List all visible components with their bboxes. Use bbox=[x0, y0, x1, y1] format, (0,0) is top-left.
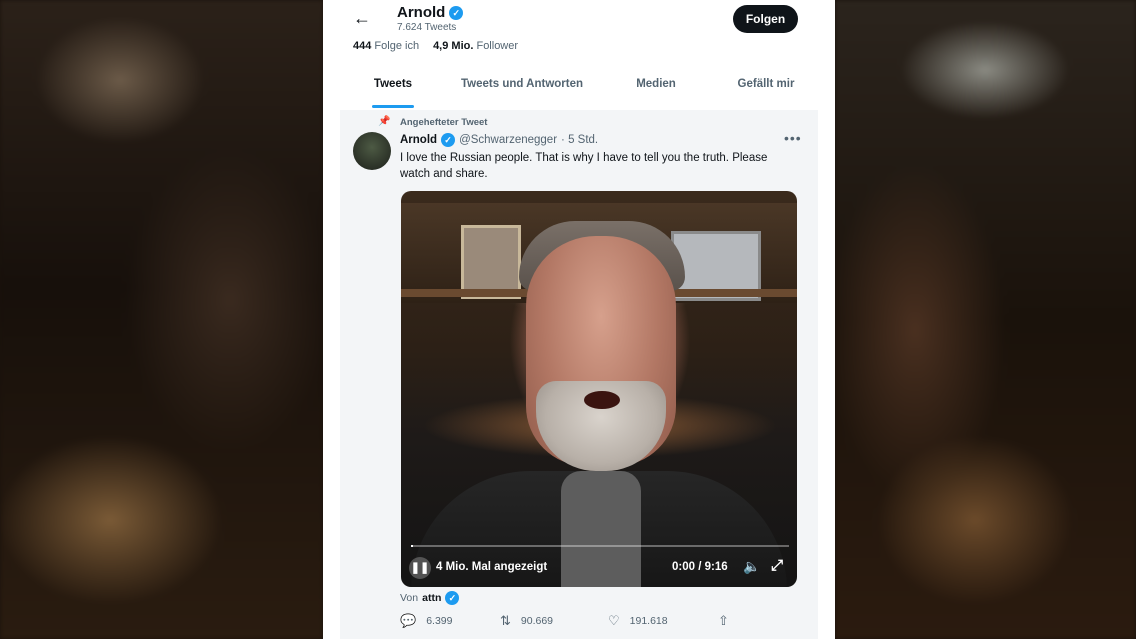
video-frame-mouth bbox=[584, 391, 620, 409]
background-left bbox=[0, 0, 323, 639]
video-progress-fill bbox=[411, 545, 413, 547]
verified-badge-icon: ✓ bbox=[441, 133, 456, 147]
heart-icon: ♡ bbox=[608, 613, 620, 628]
video-progress-bar[interactable] bbox=[411, 545, 789, 547]
tweet-actions: 💬 6.399 ⇅ 90.669 ♡ 191.618 ⇧ bbox=[400, 613, 800, 633]
tab-tweets-and-replies[interactable]: Tweets und Antworten bbox=[446, 78, 598, 108]
tab-likes[interactable]: Gefällt mir bbox=[714, 78, 818, 108]
video-controls: ❚❚ 4 Mio. Mal angezeigt 0:00 / 9:16 🔈 ⤢ bbox=[401, 555, 797, 583]
more-options-icon[interactable]: ••• bbox=[784, 130, 802, 146]
reply-button[interactable]: 💬 6.399 bbox=[400, 613, 452, 629]
following-count: 444 bbox=[353, 40, 372, 52]
reply-count: 6.399 bbox=[426, 615, 453, 627]
like-button[interactable]: ♡ 191.618 bbox=[608, 613, 668, 629]
tab-media[interactable]: Medien bbox=[598, 78, 714, 108]
share-icon: ⇧ bbox=[718, 613, 729, 628]
profile-name: Arnold ✓ bbox=[397, 4, 464, 21]
tweet-count: 7.624 Tweets bbox=[397, 22, 457, 33]
twitter-profile-screen: ← Arnold ✓ 7.624 Tweets Folgen 444 Folge… bbox=[323, 0, 835, 639]
profile-name-text: Arnold bbox=[397, 4, 446, 21]
avatar[interactable] bbox=[353, 132, 391, 170]
like-count: 191.618 bbox=[629, 615, 668, 627]
profile-tabs: Tweets Tweets und Antworten Medien Gefäl… bbox=[340, 78, 818, 108]
profile-header: ← Arnold ✓ 7.624 Tweets Folgen 444 Folge… bbox=[323, 0, 835, 110]
volume-icon[interactable]: 🔈 bbox=[743, 558, 760, 575]
video-time: 0:00 / 9:16 bbox=[672, 561, 728, 573]
pin-icon: 📌 bbox=[378, 116, 391, 127]
verified-badge-icon: ✓ bbox=[445, 591, 460, 605]
fullscreen-icon[interactable]: ⤢ bbox=[771, 557, 783, 574]
background-right bbox=[835, 0, 1136, 639]
video-views: 4 Mio. Mal angezeigt bbox=[436, 561, 548, 573]
following-stat[interactable]: 444 Folge ich bbox=[353, 40, 419, 52]
reply-icon: 💬 bbox=[400, 613, 417, 628]
tab-label: Gefällt mir bbox=[737, 78, 795, 90]
followers-count: 4,9 Mio. bbox=[433, 40, 474, 52]
tweet-feed: 📌 Angehefteter Tweet Arnold ✓ @Schwarzen… bbox=[340, 110, 818, 639]
tab-label: Tweets und Antworten bbox=[460, 78, 584, 90]
verified-badge-icon: ✓ bbox=[449, 5, 464, 20]
pause-icon[interactable]: ❚❚ bbox=[409, 557, 431, 579]
retweet-button[interactable]: ⇅ 90.669 bbox=[500, 613, 553, 629]
tweet-header: Arnold ✓ @Schwarzenegger · 5 Std. bbox=[400, 133, 598, 147]
tab-label: Medien bbox=[636, 78, 676, 90]
retweet-count: 90.669 bbox=[520, 615, 554, 627]
share-button[interactable]: ⇧ bbox=[718, 613, 729, 629]
profile-stats: 444 Folge ich 4,9 Mio. Follower bbox=[353, 40, 518, 52]
follow-button[interactable]: Folgen bbox=[733, 5, 798, 33]
followers-stat[interactable]: 4,9 Mio. Follower bbox=[433, 40, 518, 52]
source-name[interactable]: attn bbox=[422, 592, 441, 604]
retweet-icon: ⇅ bbox=[500, 613, 511, 628]
arrow-left-icon[interactable]: ← bbox=[353, 8, 371, 29]
following-label: Folge ich bbox=[374, 40, 420, 52]
tab-tweets[interactable]: Tweets bbox=[340, 78, 446, 108]
tweet-text: I love the Russian people. That is why I… bbox=[400, 152, 768, 180]
tab-label: Tweets bbox=[373, 78, 413, 90]
followers-label: Follower bbox=[476, 40, 519, 52]
tweet-author[interactable]: Arnold bbox=[400, 134, 437, 146]
source-prefix: Von bbox=[400, 592, 419, 604]
video-player[interactable]: ❚❚ 4 Mio. Mal angezeigt 0:00 / 9:16 🔈 ⤢ bbox=[401, 191, 797, 587]
video-source: Von attn ✓ bbox=[400, 591, 460, 605]
pinned-label: Angehefteter Tweet bbox=[400, 117, 488, 128]
tweet-time[interactable]: · 5 Std. bbox=[561, 134, 598, 146]
tweet-handle[interactable]: @Schwarzenegger bbox=[459, 134, 557, 146]
video-frame-photo bbox=[461, 225, 521, 299]
